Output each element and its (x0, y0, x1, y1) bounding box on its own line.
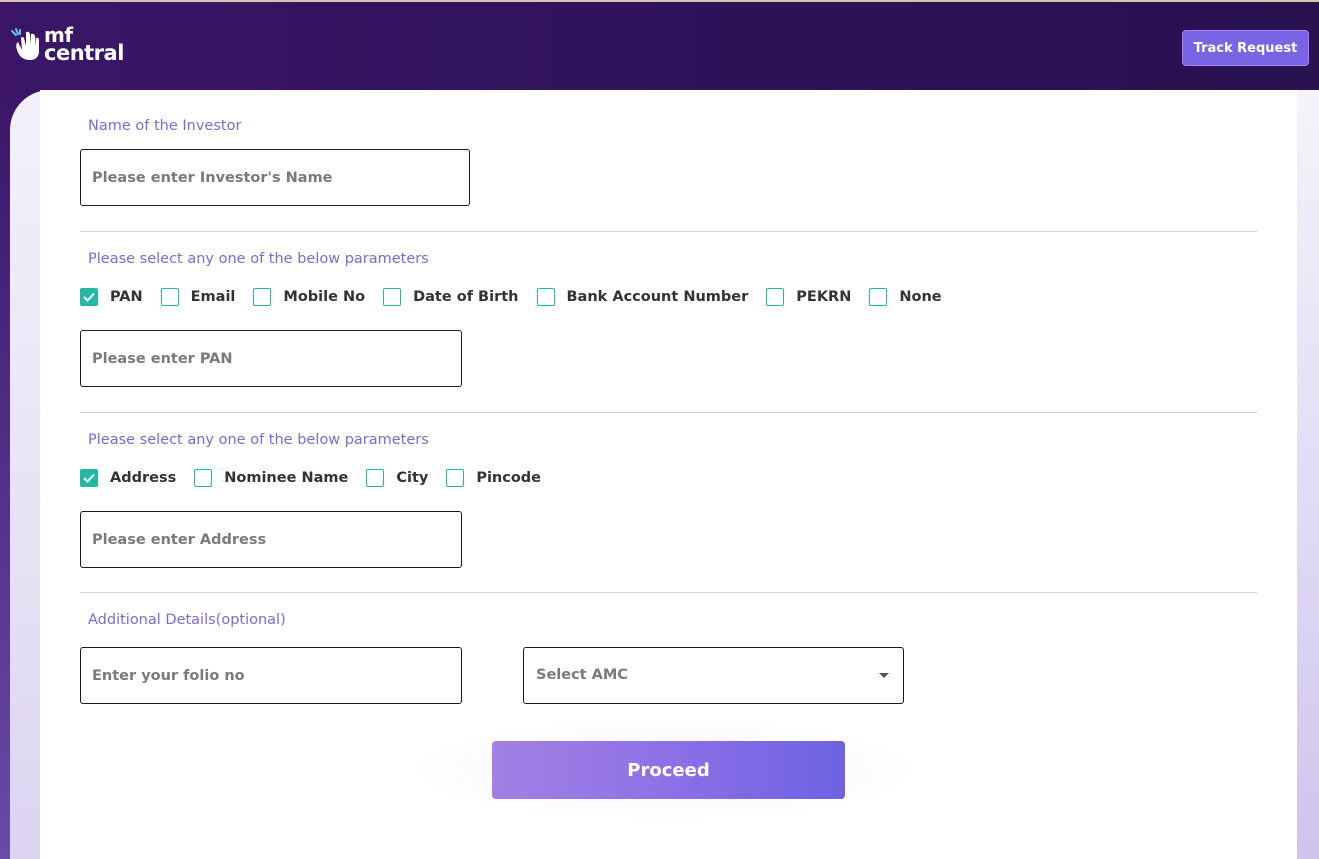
checkbox-checked-icon[interactable] (80, 469, 98, 487)
divider (80, 412, 1257, 413)
mf-central-logo[interactable]: mf central (10, 24, 134, 70)
checkbox-nominee-name[interactable]: Nominee Name (194, 469, 348, 487)
checkbox-icon[interactable] (194, 469, 213, 487)
investor-name-label: Name of the Investor (88, 118, 242, 134)
folio-number-input[interactable] (80, 647, 462, 704)
checkbox-mobile-no[interactable]: Mobile No (253, 288, 365, 306)
checkbox-none[interactable]: None (869, 288, 942, 306)
right-background (1297, 90, 1319, 859)
checkbox-checked-icon[interactable] (80, 288, 98, 306)
checkbox-label: PEKRN (796, 289, 852, 305)
checkbox-label: Address (110, 470, 177, 486)
checkbox-icon[interactable] (446, 469, 465, 487)
checkbox-city[interactable]: City (366, 469, 428, 487)
checkbox-email[interactable]: Email (160, 288, 236, 306)
checkbox-address[interactable]: Address (80, 469, 176, 487)
checkbox-pincode[interactable]: Pincode (446, 469, 541, 487)
checkbox-icon[interactable] (160, 288, 179, 306)
checkbox-icon[interactable] (383, 288, 402, 306)
checkbox-label: None (899, 289, 942, 305)
checkbox-icon[interactable] (253, 288, 272, 306)
additional-details-label: Additional Details(optional) (88, 612, 286, 628)
checkbox-label: PAN (110, 289, 143, 305)
divider (80, 592, 1257, 593)
pan-input[interactable] (80, 330, 462, 387)
checkbox-icon[interactable] (536, 288, 555, 306)
divider (80, 231, 1257, 232)
hand-logo-icon (11, 28, 39, 60)
track-request-button[interactable]: Track Request (1182, 30, 1309, 66)
checkbox-label: Pincode (476, 470, 542, 486)
checkbox-bank-account-number[interactable]: Bank Account Number (536, 288, 749, 306)
checkbox-label: Bank Account Number (566, 289, 749, 305)
amc-select-value: Select AMC (536, 667, 628, 683)
checkbox-label: Nominee Name (224, 470, 349, 486)
checkbox-pan[interactable]: PAN (80, 288, 143, 306)
dropdown-arrow-icon (879, 673, 889, 678)
checkbox-label: Email (190, 289, 236, 305)
identity-checkbox-group: PAN Email Mobile No Date of Birth Bank A… (80, 287, 960, 307)
checkbox-pekrn[interactable]: PEKRN (766, 288, 851, 306)
checkbox-date-of-birth[interactable]: Date of Birth (383, 288, 519, 306)
location-checkbox-group: Address Nominee Name City Pincode (80, 468, 559, 488)
address-input[interactable] (80, 511, 462, 568)
location-parameters-label: Please select any one of the below param… (88, 432, 429, 448)
logo-text-central: central (44, 41, 124, 65)
checkbox-icon[interactable] (366, 469, 385, 487)
identity-parameters-label: Please select any one of the below param… (88, 251, 429, 267)
amc-select[interactable]: Select AMC (523, 647, 904, 704)
checkbox-label: City (396, 470, 429, 486)
proceed-button[interactable]: Proceed (492, 741, 845, 799)
checkbox-label: Date of Birth (413, 289, 519, 305)
checkbox-icon[interactable] (869, 288, 888, 306)
investor-name-input[interactable] (80, 149, 470, 206)
header: mf central Track Request (0, 2, 1319, 90)
checkbox-label: Mobile No (283, 289, 366, 305)
checkbox-icon[interactable] (766, 288, 785, 306)
